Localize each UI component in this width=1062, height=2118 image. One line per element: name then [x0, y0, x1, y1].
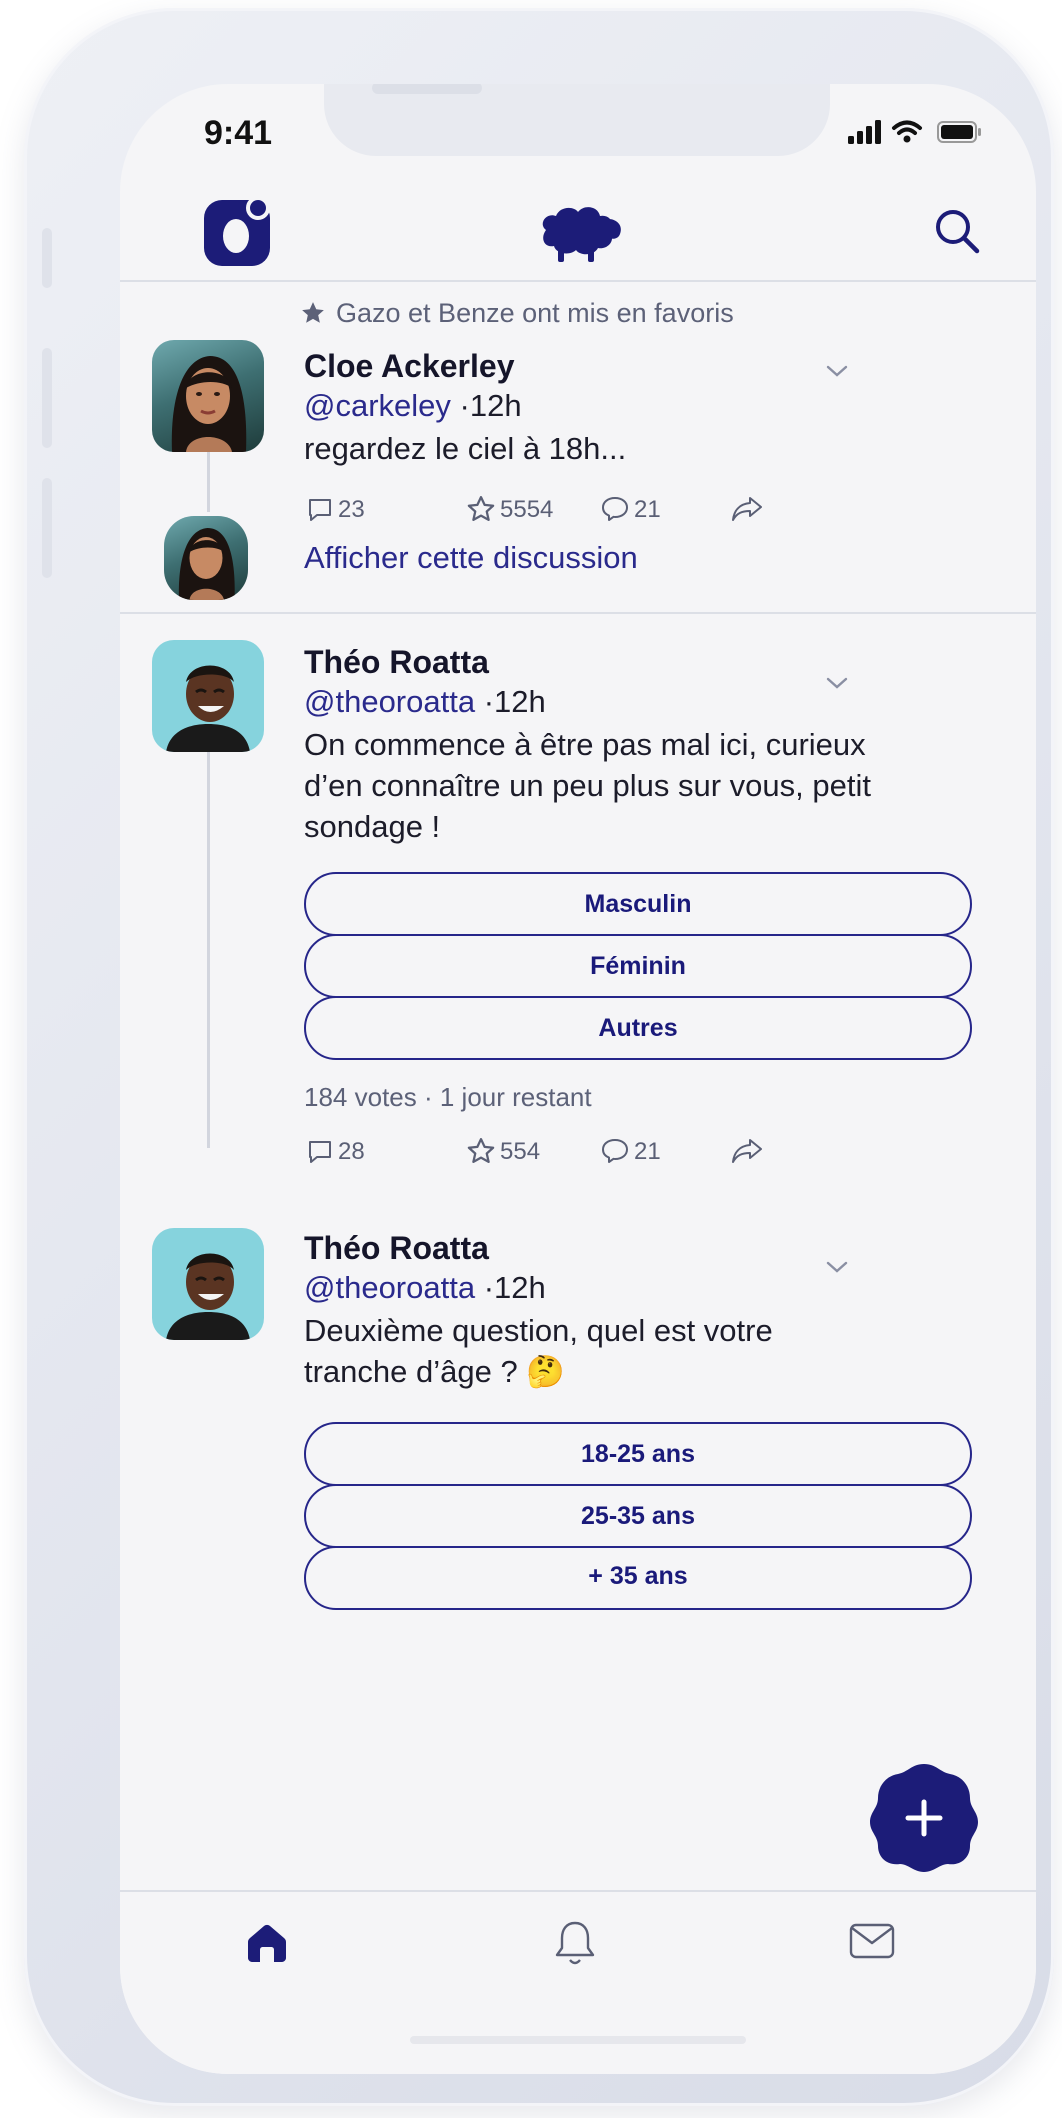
volume-up-button [42, 348, 52, 448]
mail-icon[interactable] [848, 1922, 896, 1960]
handle-text[interactable]: @carkeley [304, 388, 451, 423]
star-outline-icon[interactable] [466, 1136, 496, 1166]
avatar[interactable] [152, 340, 264, 452]
reply-icon[interactable] [306, 496, 334, 524]
phone-frame: 9:41 Gazo et Benze ont mis en favoris Cl… [24, 8, 1054, 2106]
chevron-down-icon[interactable] [826, 364, 848, 378]
star-icon [300, 300, 326, 326]
like-count: 554 [500, 1138, 541, 1165]
status-time: 9:41 [204, 114, 273, 152]
app-logo-icon[interactable] [202, 196, 274, 268]
reply-count: 23 [338, 496, 365, 523]
like-count: 5554 [500, 496, 554, 523]
reply-count: 28 [338, 1138, 365, 1165]
comment-bubble-icon[interactable] [600, 1136, 630, 1166]
star-outline-icon[interactable] [466, 494, 496, 524]
author-name[interactable]: Théo Roatta [304, 644, 489, 681]
post-text-line: On commence à être pas mal ici, curieux [304, 727, 866, 762]
post-text-line: tranche d’âge ? 🤔 [304, 1351, 565, 1392]
poll-option-masculin[interactable]: Masculin [304, 872, 972, 936]
post-time: ·12h [483, 1270, 546, 1305]
share-icon[interactable] [730, 494, 764, 524]
show-thread-link[interactable]: Afficher cette discussion [304, 540, 638, 576]
post-time: ·12h [483, 684, 546, 719]
thread-line [207, 452, 210, 512]
chevron-down-icon[interactable] [826, 1260, 848, 1274]
avatar-theo-icon [166, 1253, 250, 1340]
bell-icon[interactable] [552, 1918, 598, 1968]
tab-bar [120, 1890, 1036, 2074]
post-text-line: d’en connaître un peu plus sur vous, pet… [304, 768, 871, 803]
post-text-line: sondage ! [304, 809, 441, 844]
status-icons [848, 114, 988, 148]
handle-text[interactable]: @theoroatta [304, 684, 475, 719]
reply-icon[interactable] [306, 1138, 334, 1166]
poll-option-35-plus[interactable]: + 35 ans [304, 1546, 972, 1610]
handle-text[interactable]: @theoroatta [304, 1270, 475, 1305]
poll-option-feminin[interactable]: Féminin [304, 934, 972, 998]
thinking-emoji: 🤔 [526, 1354, 565, 1389]
compose-fab[interactable] [864, 1758, 984, 1878]
speaker [372, 84, 482, 94]
home-indicator [410, 2036, 746, 2044]
thread-avatar[interactable] [164, 516, 248, 600]
thread-line [207, 752, 210, 1148]
app-screen: 9:41 Gazo et Benze ont mis en favoris Cl… [120, 84, 1036, 2074]
home-icon[interactable] [244, 1920, 290, 1966]
avatar-cloe-small-icon [178, 528, 235, 600]
post-divider [120, 612, 1036, 614]
volume-down-button [42, 478, 52, 578]
avatar-cloe-icon [171, 356, 247, 452]
sheep-icon[interactable] [532, 202, 624, 266]
post-text: regardez le ciel à 18h... [304, 431, 627, 466]
author-handle[interactable]: @carkeley ·12h [304, 388, 522, 424]
favorites-context: Gazo et Benze ont mis en favoris [336, 298, 734, 328]
post-text: tranche d’âge ? [304, 1354, 518, 1389]
author-handle[interactable]: @theoroatta ·12h [304, 1270, 546, 1306]
post-text-line: Deuxième question, quel est votre [304, 1313, 773, 1348]
post-time: ·12h [459, 388, 522, 423]
tabbar-divider [120, 1890, 1036, 1892]
signal-wifi-battery-icon [848, 120, 981, 144]
side-button [42, 228, 52, 288]
repost-count: 21 [634, 1138, 661, 1165]
notch [324, 84, 830, 156]
header-divider [120, 280, 1036, 282]
chevron-down-icon[interactable] [826, 676, 848, 690]
author-name[interactable]: Théo Roatta [304, 1230, 489, 1267]
poll-meta: 184 votes · 1 jour restant [304, 1082, 592, 1112]
comment-bubble-icon[interactable] [600, 494, 630, 524]
plus-icon [870, 1764, 978, 1872]
poll-option-18-25[interactable]: 18-25 ans [304, 1422, 972, 1486]
author-handle[interactable]: @theoroatta ·12h [304, 684, 546, 720]
avatar[interactable] [152, 1228, 264, 1340]
author-name[interactable]: Cloe Ackerley [304, 348, 514, 385]
repost-count: 21 [634, 496, 661, 523]
avatar-theo-icon [166, 665, 250, 752]
share-icon[interactable] [730, 1136, 764, 1166]
poll-option-autres[interactable]: Autres [304, 996, 972, 1060]
search-icon[interactable] [932, 206, 982, 256]
poll-option-25-35[interactable]: 25-35 ans [304, 1484, 972, 1548]
avatar[interactable] [152, 640, 264, 752]
